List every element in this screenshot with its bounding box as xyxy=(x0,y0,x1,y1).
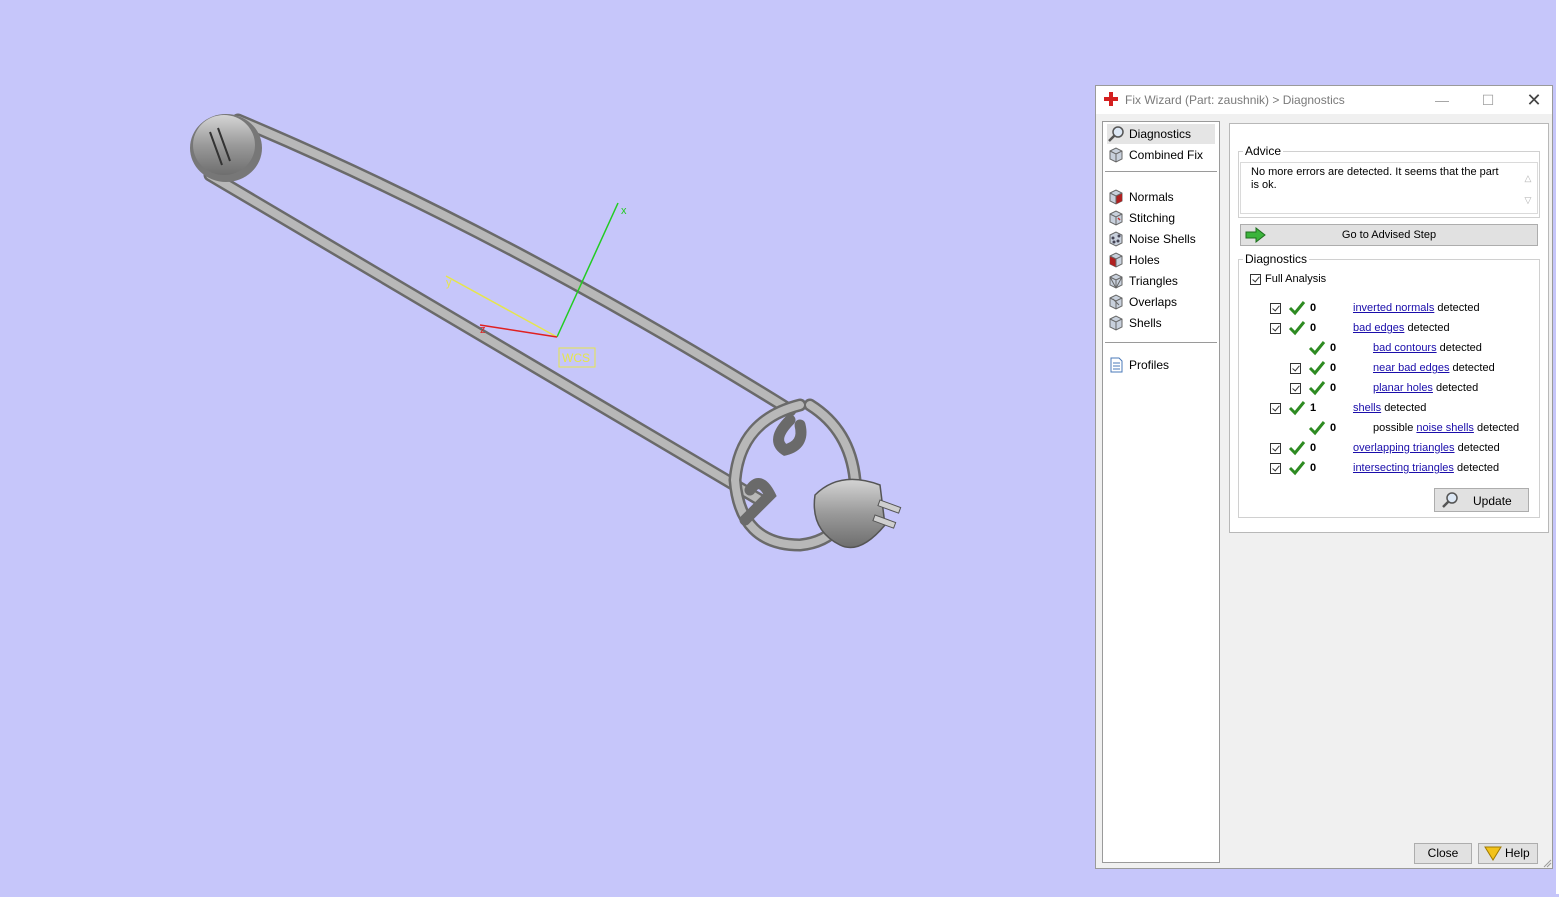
near-bad-edges-row: near bad edges detected xyxy=(1373,362,1495,374)
shells-count: 1 xyxy=(1310,402,1317,414)
step-noise-shells[interactable]: Noise Shells xyxy=(1107,229,1215,249)
pin-head xyxy=(190,114,262,182)
advice-text: No more errors are detected. It seems th… xyxy=(1251,166,1499,191)
stitching-cube-icon xyxy=(1109,210,1123,226)
resize-grip[interactable] xyxy=(1542,858,1552,868)
step-profiles[interactable]: Profiles xyxy=(1107,355,1215,375)
x-axis-label: x xyxy=(621,205,627,217)
planar-holes-row: planar holes detected xyxy=(1373,382,1479,394)
check-icon xyxy=(1288,321,1306,336)
bad-contours-count: 0 xyxy=(1330,342,1337,354)
inverted-normals-link[interactable]: inverted normals xyxy=(1353,302,1434,314)
inverted-normals-checkbox[interactable] xyxy=(1270,303,1281,314)
step-diagnostics[interactable]: Diagnostics xyxy=(1107,124,1215,144)
bad-edges-count: 0 xyxy=(1310,322,1317,334)
z-axis-label: z xyxy=(480,324,486,336)
intersecting-triangles-checkbox[interactable] xyxy=(1270,463,1281,474)
advice-scrollbar[interactable]: △ ▽ xyxy=(1522,167,1534,211)
bad-edges-link[interactable]: bad edges xyxy=(1353,322,1404,334)
step-holes[interactable]: Holes xyxy=(1107,250,1215,270)
overlapping-triangles-row: overlapping triangles detected xyxy=(1353,442,1500,454)
check-icon xyxy=(1288,461,1306,476)
advice-textbox[interactable]: No more errors are detected. It seems th… xyxy=(1240,162,1538,214)
full-analysis-checkbox[interactable] xyxy=(1250,274,1261,285)
go-to-advised-step-button[interactable]: Go to Advised Step xyxy=(1240,224,1538,246)
document-icon xyxy=(1110,357,1123,373)
bad-contours-row: bad contours detected xyxy=(1373,342,1482,354)
triangles-cube-icon xyxy=(1109,273,1123,289)
bad-contours-link[interactable]: bad contours xyxy=(1373,342,1437,354)
help-button[interactable]: Help xyxy=(1478,843,1538,864)
planar-holes-count: 0 xyxy=(1330,382,1337,394)
planar-holes-link[interactable]: planar holes xyxy=(1373,382,1433,394)
titlebar[interactable]: Fix Wizard (Part: zaushnik) > Diagnostic… xyxy=(1096,86,1552,114)
bad-edges-checkbox[interactable] xyxy=(1270,323,1281,334)
wizard-steps-list: Diagnostics Combined Fix Normals Stitchi… xyxy=(1102,121,1220,863)
diagnostics-panel: Advice No more errors are detected. It s… xyxy=(1229,123,1549,533)
inverted-normals-count: 0 xyxy=(1310,302,1317,314)
near-bad-edges-checkbox[interactable] xyxy=(1290,363,1301,374)
shells-row: shells detected xyxy=(1353,402,1427,414)
cube-icon xyxy=(1109,147,1123,163)
y-axis-label: y xyxy=(446,277,452,289)
check-icon xyxy=(1308,361,1326,376)
separator xyxy=(1105,342,1217,343)
step-overlaps[interactable]: Overlaps xyxy=(1107,292,1215,312)
intersecting-triangles-count: 0 xyxy=(1310,462,1317,474)
bad-edges-row: bad edges detected xyxy=(1353,322,1450,334)
red-cross-icon xyxy=(1104,92,1118,106)
shells-link[interactable]: shells xyxy=(1353,402,1381,414)
step-normals[interactable]: Normals xyxy=(1107,187,1215,207)
check-icon xyxy=(1308,421,1326,436)
advice-legend: Advice xyxy=(1245,144,1282,158)
noise-shells-icon xyxy=(1109,231,1123,247)
separator xyxy=(1105,171,1217,172)
near-bad-edges-link[interactable]: near bad edges xyxy=(1373,362,1449,374)
close-button[interactable]: Close xyxy=(1414,843,1472,864)
check-icon xyxy=(1308,381,1326,396)
normals-cube-icon xyxy=(1109,189,1123,205)
update-button[interactable]: Update xyxy=(1434,488,1529,512)
check-icon xyxy=(1288,401,1306,416)
overlaps-cube-icon xyxy=(1109,294,1123,310)
clasp xyxy=(813,478,902,549)
step-stitching[interactable]: Stitching xyxy=(1107,208,1215,228)
noise-shells-count: 0 xyxy=(1330,422,1337,434)
intersecting-triangles-row: intersecting triangles detected xyxy=(1353,462,1500,474)
diagnostics-legend: Diagnostics xyxy=(1245,252,1308,266)
full-analysis-label: Full Analysis xyxy=(1265,273,1327,285)
magnifier-icon xyxy=(1108,126,1124,142)
overlapping-triangles-link[interactable]: overlapping triangles xyxy=(1353,442,1455,454)
planar-holes-checkbox[interactable] xyxy=(1290,383,1301,394)
shells-cube-icon xyxy=(1109,315,1123,331)
shells-checkbox[interactable] xyxy=(1270,403,1281,414)
intersecting-triangles-link[interactable]: intersecting triangles xyxy=(1353,462,1454,474)
step-triangles[interactable]: Triangles xyxy=(1107,271,1215,291)
inverted-normals-row: inverted normals detected xyxy=(1353,302,1480,314)
overlapping-triangles-count: 0 xyxy=(1310,442,1317,454)
overlapping-triangles-checkbox[interactable] xyxy=(1270,443,1281,454)
minimize-button[interactable]: — xyxy=(1420,86,1464,114)
step-shells[interactable]: Shells xyxy=(1107,313,1215,333)
check-icon xyxy=(1288,441,1306,456)
dialog-title: Fix Wizard (Part: zaushnik) > Diagnostic… xyxy=(1125,93,1345,107)
near-bad-edges-count: 0 xyxy=(1330,362,1337,374)
check-icon xyxy=(1288,301,1306,316)
noise-shells-link[interactable]: noise shells xyxy=(1416,422,1473,434)
check-icon xyxy=(1308,341,1326,356)
close-window-button[interactable]: ✕ xyxy=(1512,86,1556,114)
fix-wizard-dialog: Fix Wizard (Part: zaushnik) > Diagnostic… xyxy=(1095,85,1553,869)
help-icon xyxy=(1484,846,1502,861)
noise-shells-row: possible noise shells detected xyxy=(1373,422,1520,434)
step-combined-fix[interactable]: Combined Fix xyxy=(1107,145,1215,165)
maximize-button[interactable]: ☐ xyxy=(1466,86,1510,114)
wcs-label: WCS xyxy=(562,351,590,365)
magnifier-icon xyxy=(1442,492,1458,508)
holes-cube-icon xyxy=(1109,252,1123,268)
